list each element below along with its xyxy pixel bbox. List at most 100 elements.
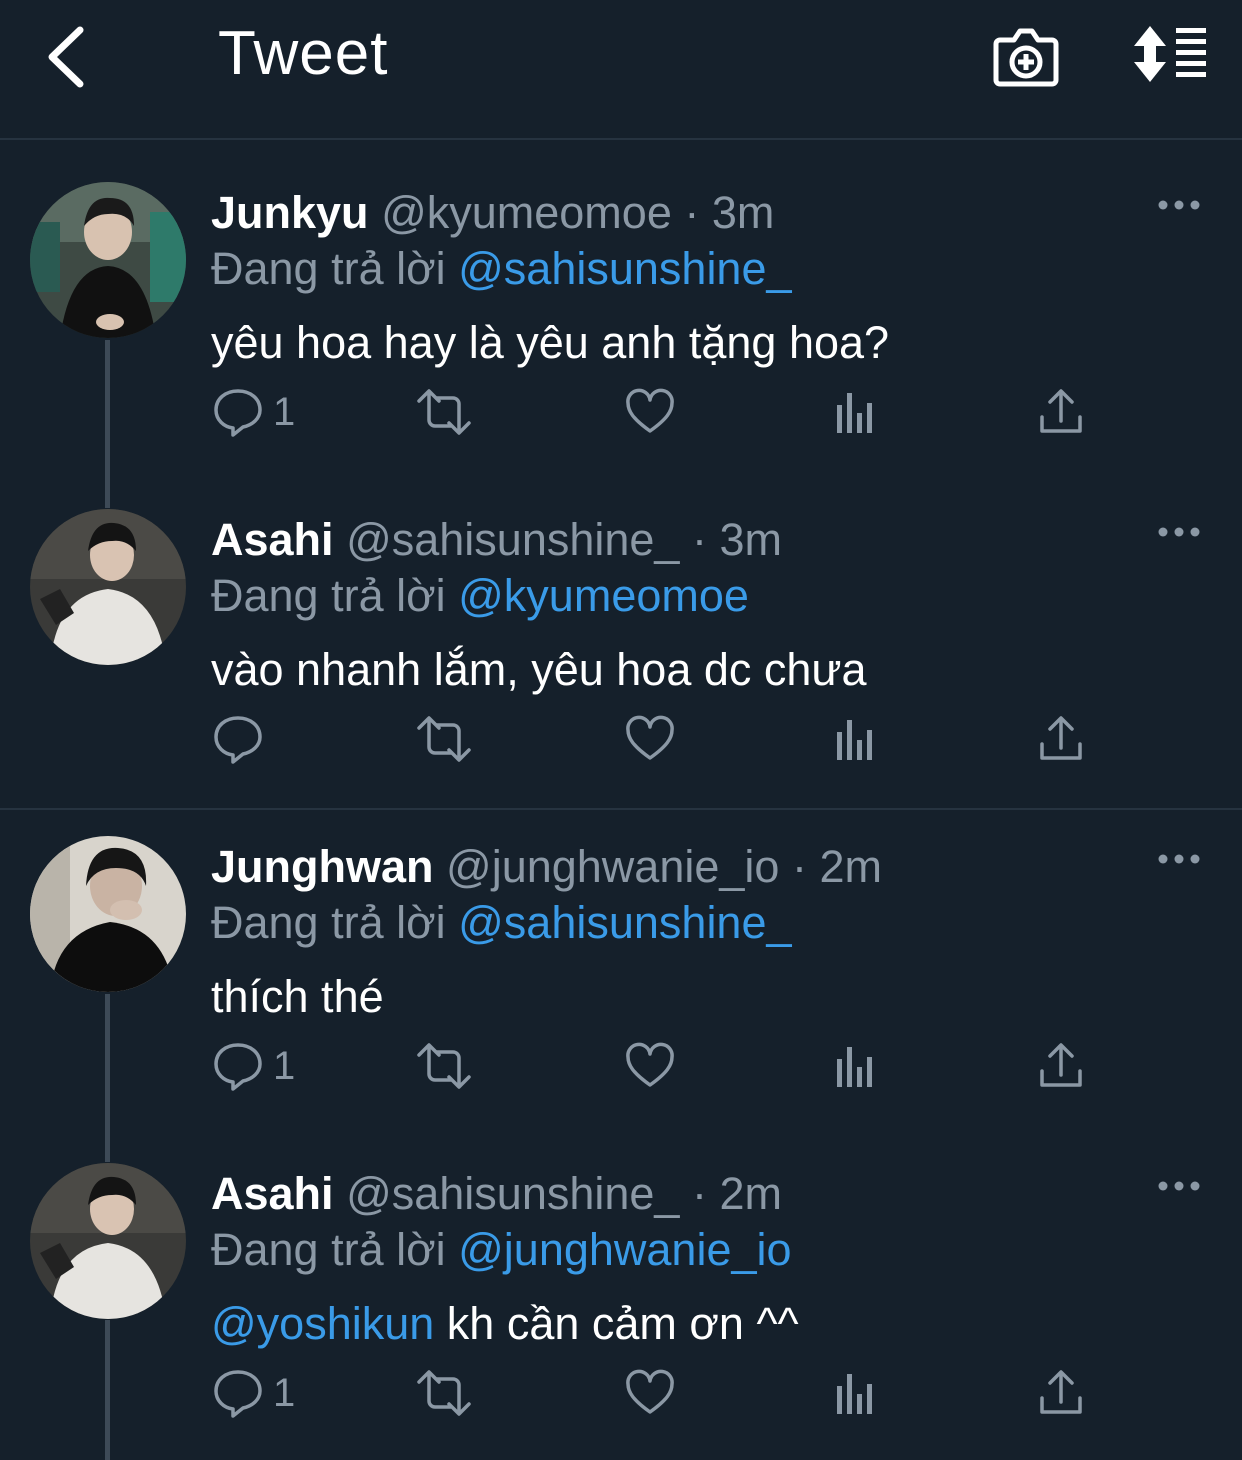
sort-button[interactable] — [1130, 24, 1210, 86]
retweet-button[interactable] — [415, 1037, 475, 1097]
user-handle[interactable]: @junghwanie_io — [446, 841, 779, 892]
separator-dot: · — [684, 187, 700, 238]
tweet[interactable]: Asahi @sahisunshine_ · 3m Đang trả lời @… — [0, 482, 1242, 809]
timestamp: 2m — [819, 841, 882, 892]
analytics-button[interactable] — [834, 710, 878, 770]
text-mention[interactable]: @yoshikun — [211, 1298, 434, 1349]
reply-button[interactable]: 1 — [213, 1364, 313, 1424]
page-title: Tweet — [218, 19, 389, 88]
separator-dot: · — [691, 514, 707, 565]
analytics-button[interactable] — [834, 1037, 878, 1097]
reply-to-mention[interactable]: @sahisunshine_ — [458, 897, 791, 948]
user-handle[interactable]: @sahisunshine_ — [346, 514, 679, 565]
reply-icon — [214, 1043, 262, 1091]
share-icon — [1040, 1370, 1082, 1414]
heart-icon — [626, 1042, 674, 1087]
tweet-text: vào nhanh lắm, yêu hoa dc chưa — [211, 644, 867, 695]
retweet-button[interactable] — [415, 383, 475, 443]
share-icon — [1040, 389, 1082, 433]
avatar[interactable] — [30, 509, 186, 665]
reply-icon — [214, 389, 262, 437]
avatar[interactable] — [30, 1163, 186, 1319]
reply-to-mention[interactable]: @kyumeomoe — [458, 570, 749, 621]
camera-button[interactable] — [992, 24, 1060, 90]
more-options-button[interactable] — [1156, 839, 1202, 879]
separator-dot: · — [791, 841, 807, 892]
analytics-icon — [837, 1374, 872, 1414]
tweet[interactable]: Junghwan @junghwanie_io · 2m Đang trả lờ… — [0, 809, 1242, 1136]
display-name[interactable]: Asahi — [211, 1168, 334, 1219]
reply-button[interactable] — [213, 710, 313, 770]
share-button[interactable] — [1038, 710, 1084, 770]
more-horizontal-icon — [1158, 1181, 1200, 1191]
share-button[interactable] — [1038, 1364, 1084, 1424]
like-button[interactable] — [625, 383, 675, 443]
reply-prefix: Đang trả lời — [211, 897, 446, 948]
camera-plus-icon — [993, 28, 1059, 87]
display-name[interactable]: Junghwan — [211, 841, 434, 892]
reply-icon — [214, 1370, 262, 1418]
more-horizontal-icon — [1158, 200, 1200, 210]
share-button[interactable] — [1038, 1037, 1084, 1097]
user-handle[interactable]: @kyumeomoe — [381, 187, 672, 238]
retweet-icon — [417, 1370, 471, 1416]
share-button[interactable] — [1038, 383, 1084, 443]
retweet-button[interactable] — [415, 710, 475, 770]
reply-button[interactable]: 1 — [213, 1037, 313, 1097]
like-button[interactable] — [625, 710, 675, 770]
timestamp: 2m — [719, 1168, 783, 1219]
like-button[interactable] — [625, 1037, 675, 1097]
more-options-button[interactable] — [1156, 185, 1202, 225]
retweet-icon — [417, 1043, 471, 1089]
chevron-left-icon — [48, 26, 84, 88]
share-icon — [1040, 1043, 1082, 1087]
heart-icon — [626, 1369, 674, 1414]
analytics-icon — [837, 1047, 872, 1087]
tweet-header: Asahi @sahisunshine_ · 2m — [211, 1166, 782, 1222]
display-name[interactable]: Junkyu — [211, 187, 369, 238]
retweet-icon — [417, 716, 471, 762]
tweet-actions: 1 — [0, 383, 1242, 443]
reply-count: 1 — [273, 1371, 296, 1415]
tweet-text: yêu hoa hay là yêu anh tặng hoa? — [211, 317, 890, 368]
reply-context: Đang trả lời @kyumeomoe — [211, 568, 749, 624]
reply-prefix: Đang trả lời — [211, 570, 446, 621]
display-name[interactable]: Asahi — [211, 514, 334, 565]
tweet-text: thích thé — [211, 971, 384, 1022]
more-options-button[interactable] — [1156, 1166, 1202, 1206]
reply-prefix: Đang trả lời — [211, 243, 446, 294]
tweet-header: Junkyu @kyumeomoe · 3m — [211, 185, 774, 241]
heart-icon — [626, 388, 674, 433]
reply-button[interactable]: 1 — [213, 383, 313, 443]
retweet-button[interactable] — [415, 1364, 475, 1424]
analytics-button[interactable] — [834, 1364, 878, 1424]
tweet[interactable]: Junkyu @kyumeomoe · 3m Đang trả lời @sah… — [0, 155, 1242, 482]
reply-to-mention[interactable]: @sahisunshine_ — [458, 243, 791, 294]
tweet-text: @yoshikun kh cần cảm ơn ^^ — [211, 1296, 799, 1352]
reply-to-mention[interactable]: @junghwanie_io — [458, 1224, 791, 1275]
reply-context: Đang trả lời @junghwanie_io — [211, 1222, 792, 1278]
tweet-actions: 1 — [0, 1364, 1242, 1424]
reply-prefix: Đang trả lời — [211, 1224, 446, 1275]
avatar[interactable] — [30, 836, 186, 992]
user-handle[interactable]: @sahisunshine_ — [346, 1168, 679, 1219]
top-bar: Tweet — [0, 0, 1242, 140]
timestamp: 3m — [719, 514, 783, 565]
reply-icon — [214, 716, 262, 764]
like-button[interactable] — [625, 1364, 675, 1424]
tweet[interactable]: Asahi @sahisunshine_ · 2m Đang trả lời @… — [0, 1136, 1242, 1460]
heart-icon — [626, 715, 674, 760]
tweet-actions — [0, 710, 1242, 770]
back-button[interactable] — [38, 22, 98, 92]
separator-dot: · — [691, 1168, 707, 1219]
analytics-icon — [837, 720, 872, 760]
analytics-icon — [837, 393, 872, 433]
avatar[interactable] — [30, 182, 186, 338]
tweet-header: Junghwan @junghwanie_io · 2m — [211, 839, 882, 895]
share-icon — [1040, 716, 1082, 760]
tweet-header: Asahi @sahisunshine_ · 3m — [211, 512, 782, 568]
analytics-button[interactable] — [834, 383, 878, 443]
sort-list-icon — [1134, 26, 1206, 82]
more-options-button[interactable] — [1156, 512, 1202, 552]
tweet-actions: 1 — [0, 1037, 1242, 1097]
